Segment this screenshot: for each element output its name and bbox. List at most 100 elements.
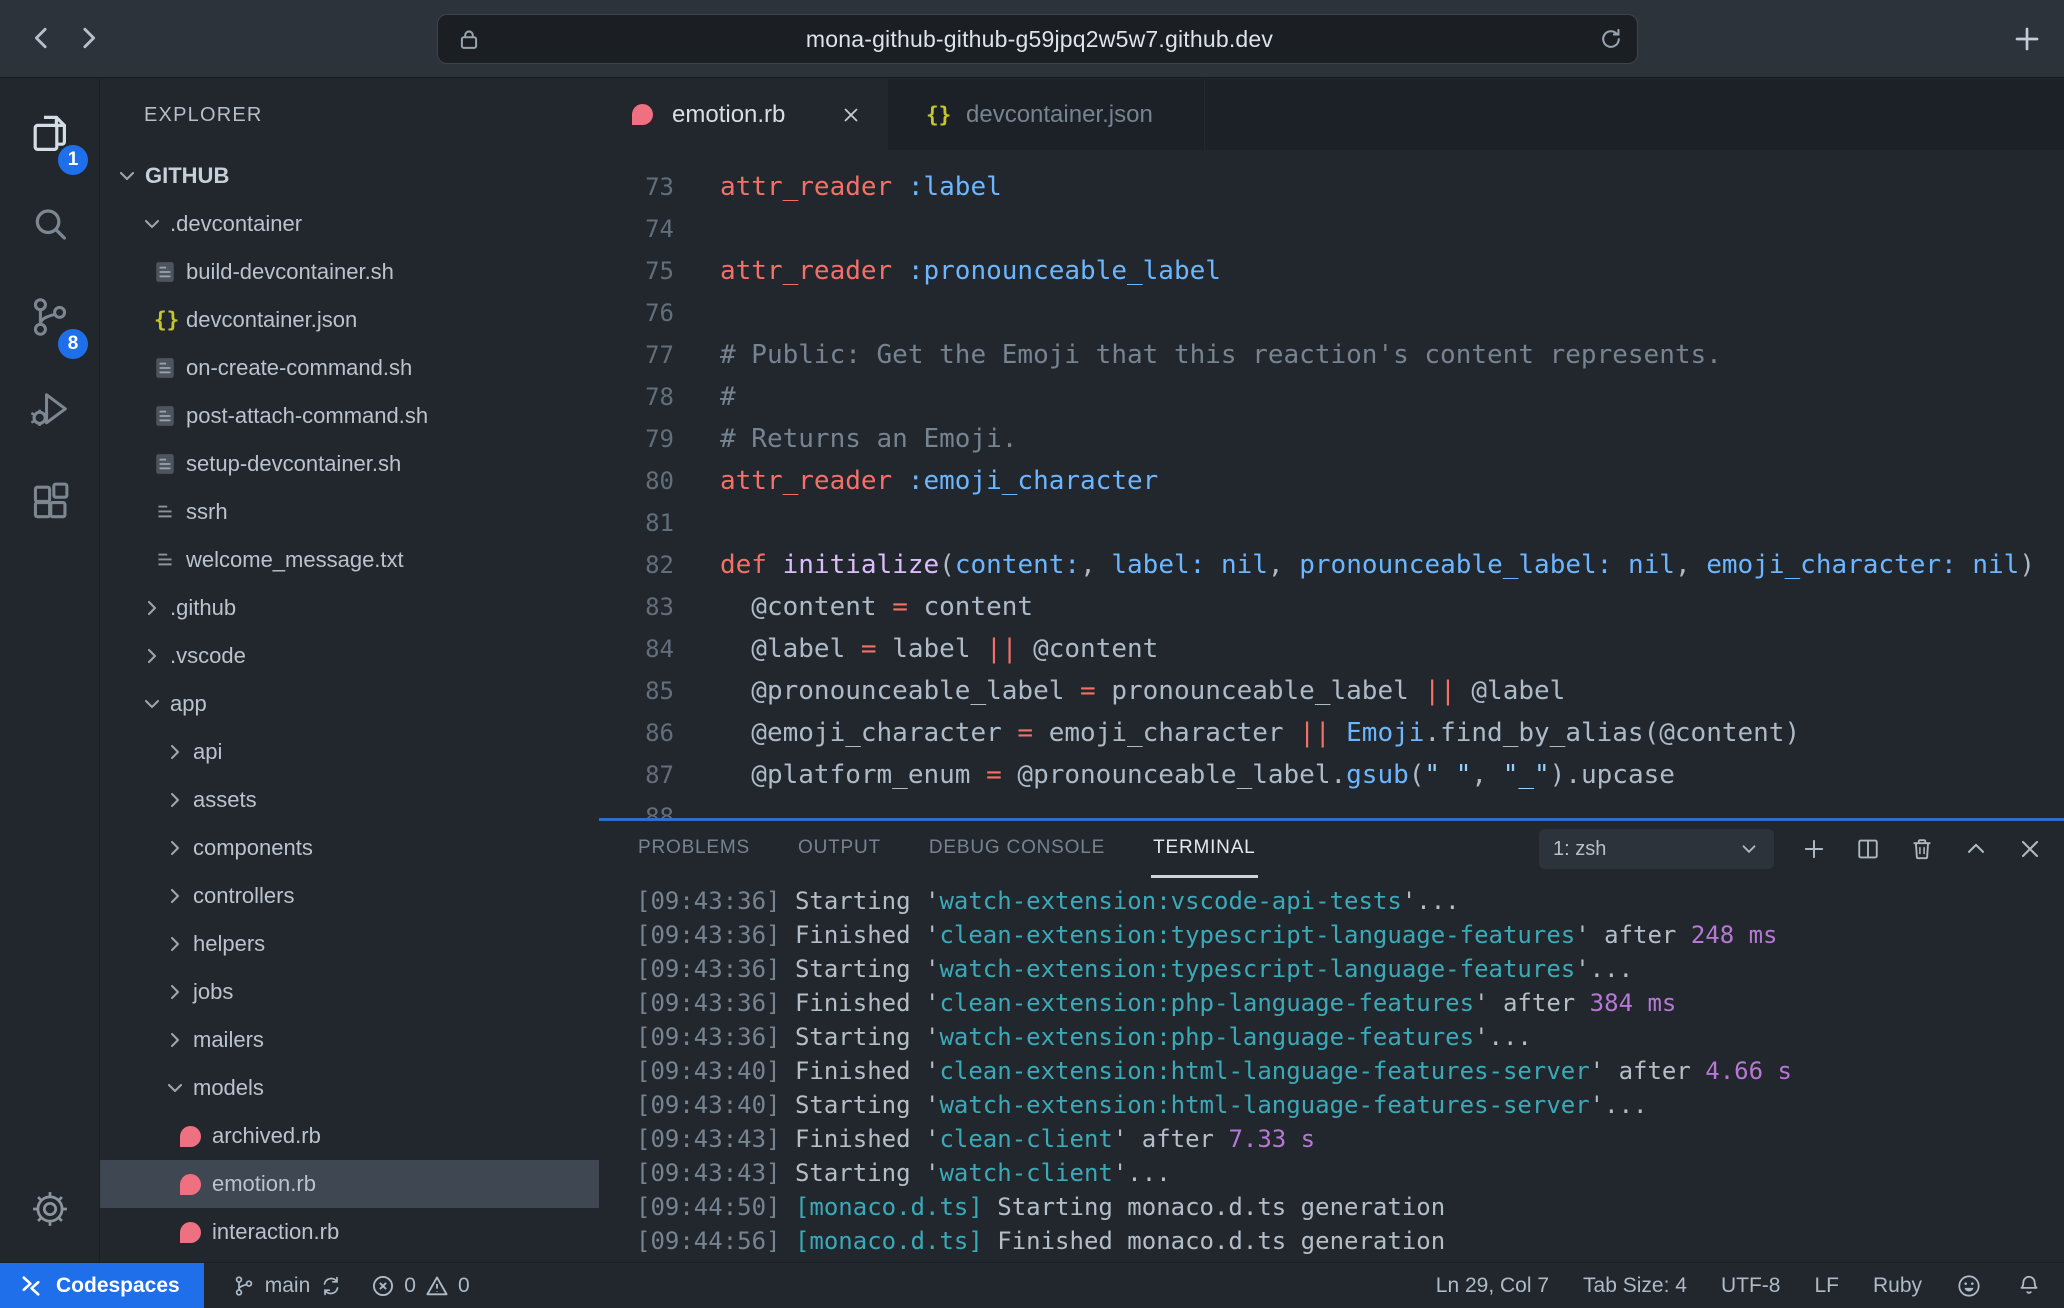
chevron-down-icon [140,692,170,716]
problems-indicator[interactable]: 0 0 [371,1274,469,1298]
codespaces-remote-button[interactable]: Codespaces [0,1263,204,1308]
tree-item-label: on-create-command.sh [186,355,412,381]
chevron-right-icon [140,596,164,620]
activity-run-debug[interactable] [0,363,100,455]
refresh-icon[interactable] [1597,26,1623,52]
activity-extensions[interactable] [0,455,100,547]
chevron-right-icon [140,644,170,668]
tree-item--vscode[interactable]: .vscode [100,632,599,680]
eol[interactable]: LF [1814,1274,1839,1298]
code-line-88: 88 [599,796,2064,818]
tree-item-build-devcontainer-sh[interactable]: build-devcontainer.sh [100,248,599,296]
new-terminal-button[interactable] [1800,835,1828,863]
chevron-right-icon [163,932,193,956]
new-tab-button[interactable] [2006,18,2048,60]
tree-item-components[interactable]: components [100,824,599,872]
chevron-right-icon [163,980,193,1004]
shell-file-icon [154,356,176,380]
terminal-line: [09:43:43] Finished 'clean-client' after… [636,1122,2064,1156]
chevron-right-icon [140,644,164,668]
gear-icon [28,1187,72,1231]
close-tab-icon[interactable] [840,104,862,126]
tree-item-label: api [193,739,222,765]
code-line-77: 77# Public: Get the Emoji that this reac… [599,334,2064,376]
line-number: 77 [599,341,674,369]
tree-item-emotion-rb[interactable]: emotion.rb [100,1160,599,1208]
close-panel-button[interactable] [2016,835,2044,863]
browser-back-button[interactable] [22,18,62,58]
notifications-bell-button[interactable] [2016,1273,2042,1299]
activity-search[interactable] [0,179,100,271]
tab-output[interactable]: OUTPUT [796,821,883,878]
browser-forward-button[interactable] [68,18,108,58]
code-line-text: @label = label || @content [720,634,1158,664]
tree-item-jobs[interactable]: jobs [100,968,599,1016]
code-editor[interactable]: 73attr_reader :label 74 75attr_reader :pro… [599,150,2064,818]
tree-item-github[interactable]: GITHUB [100,152,599,200]
tree-item-post-attach-command-sh[interactable]: post-attach-command.sh [100,392,599,440]
activity-bar: 1 8 [0,79,100,1262]
line-number: 84 [599,635,674,663]
chevron-right-icon [163,740,193,764]
line-number: 79 [599,425,674,453]
tab-devcontainer-json[interactable]: {} devcontainer.json [888,79,1205,150]
tree-item-assets[interactable]: assets [100,776,599,824]
code-line-87: 87 @platform_enum = @pronounceable_label… [599,754,2064,796]
chevron-right-icon [163,788,193,812]
terminal-output[interactable]: [09:43:36] Starting 'watch-extension:vsc… [599,878,2064,1262]
tab-emotion-rb[interactable]: emotion.rb [599,79,888,150]
debug-icon [27,386,73,432]
tree-item-app[interactable]: app [100,680,599,728]
activity-explorer[interactable]: 1 [0,87,100,179]
line-number: 78 [599,383,674,411]
tree-item-label: jobs [193,979,233,1005]
tree-item-mailers[interactable]: mailers [100,1016,599,1064]
split-terminal-button[interactable] [1854,835,1882,863]
smiley-icon [1956,1273,1982,1299]
sync-icon [319,1274,343,1298]
tree-item--github[interactable]: .github [100,584,599,632]
line-number: 73 [599,173,674,201]
activity-source-control[interactable]: 8 [0,271,100,363]
kill-terminal-button[interactable] [1908,835,1936,863]
cursor-position[interactable]: Ln 29, Col 7 [1436,1274,1549,1298]
line-number: 74 [599,215,674,243]
settings-gear-button[interactable] [0,1174,100,1244]
terminal-line: [09:44:50] [monaco.d.ts] Starting monaco… [636,1190,2064,1224]
shell-file-icon [154,452,176,476]
language-mode[interactable]: Ruby [1873,1274,1922,1298]
tree-item--devcontainer[interactable]: .devcontainer [100,200,599,248]
tab-debug-console[interactable]: DEBUG CONSOLE [927,821,1107,878]
tab-problems[interactable]: PROBLEMS [636,821,752,878]
code-line-74: 74 [599,208,2064,250]
tree-item-interaction-rb[interactable]: interaction.rb [100,1208,599,1256]
tree-item-models[interactable]: models [100,1064,599,1112]
address-bar[interactable]: mona-github-github-g59jpq2w5w7.github.de… [437,14,1638,64]
text-file-icon [154,548,176,572]
tree-item-setup-devcontainer-sh[interactable]: setup-devcontainer.sh [100,440,599,488]
code-line-75: 75attr_reader :pronounceable_label [599,250,2064,292]
terminal-shell-selector[interactable]: 1: zsh [1539,829,1774,869]
branch-indicator[interactable]: main [232,1274,344,1298]
code-line-text: # [720,382,736,412]
tree-item-welcome-message-txt[interactable]: welcome_message.txt [100,536,599,584]
chevron-right-icon [163,1028,187,1052]
maximize-panel-button[interactable] [1962,835,1990,863]
tree-item-devcontainer-json[interactable]: {}devcontainer.json [100,296,599,344]
warning-count: 0 [458,1274,470,1298]
feedback-smiley-button[interactable] [1956,1273,1982,1299]
code-line-73: 73attr_reader :label [599,166,2064,208]
tree-item-helpers[interactable]: helpers [100,920,599,968]
tree-item-controllers[interactable]: controllers [100,872,599,920]
line-number: 80 [599,467,674,495]
terminal-line: [09:43:43] Starting 'watch-client'... [636,1156,2064,1190]
explorer-sidebar: EXPLORER GITHUB.devcontainerbuild-devcon… [100,79,599,1262]
tab-terminal[interactable]: TERMINAL [1151,821,1257,878]
encoding[interactable]: UTF-8 [1721,1274,1781,1298]
tree-item-api[interactable]: api [100,728,599,776]
tree-item-archived-rb[interactable]: archived.rb [100,1112,599,1160]
tree-item-ssrh[interactable]: ssrh [100,488,599,536]
shell-file-icon [154,404,186,428]
tab-size[interactable]: Tab Size: 4 [1583,1274,1687,1298]
tree-item-on-create-command-sh[interactable]: on-create-command.sh [100,344,599,392]
